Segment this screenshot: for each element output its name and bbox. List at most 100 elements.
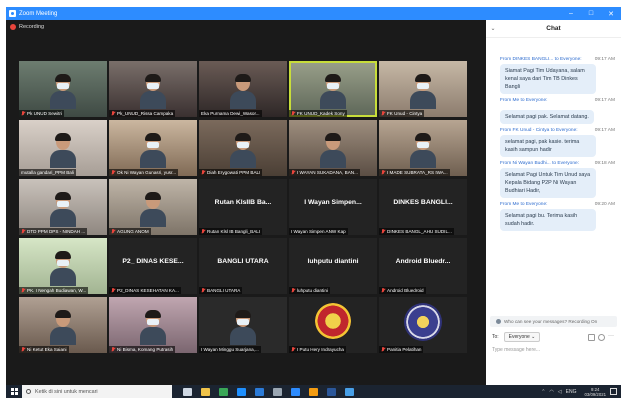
store-icon[interactable] [344, 387, 354, 396]
windows-icon [10, 388, 18, 395]
task-view-icon[interactable] [182, 387, 192, 396]
zoom-app-icon [9, 10, 16, 17]
participant-tile[interactable]: Rutan KlsIIB Ba... Rutan Klsl IB Bangli_B… [199, 179, 287, 235]
participant-tile[interactable]: FK Unud - Cintya [379, 61, 467, 117]
participant-name-bar: P2_DINAS KESEHATAN KA... [109, 287, 181, 294]
mic-muted-icon [111, 288, 115, 293]
participant-name: FK Unud - Cintya [387, 111, 423, 116]
who-can-see-notice[interactable]: Who can see your messages? Recording On [490, 316, 617, 327]
file-explorer-icon[interactable] [200, 387, 210, 396]
mail-icon[interactable] [236, 387, 246, 396]
participant-tile[interactable]: PK. I Nengah Budiawan, W... [19, 238, 107, 294]
organization-logo [404, 303, 442, 341]
start-button[interactable] [6, 388, 22, 395]
message-sender: From Me to Everyone: [500, 98, 548, 103]
mic-muted-icon [111, 347, 115, 352]
mic-muted-icon [21, 229, 25, 234]
mic-muted-icon [381, 170, 385, 175]
maximize-button[interactable]: □ [581, 10, 601, 17]
recipient-dropdown[interactable]: Everyone ⌄ [503, 332, 541, 342]
participant-tile[interactable]: I WAYAN SUKADANA, BAN... [289, 120, 377, 176]
chat-message: From Me to Everyone: 09:17 AM Selamat pagi… [486, 98, 621, 124]
message-bubble: Siamat Pagi Tim Udayana, salam kenal say… [500, 64, 596, 94]
participant-tile[interactable]: Diah Erygowati PPM BALI [199, 120, 287, 176]
word-icon[interactable] [326, 387, 336, 396]
mic-muted-icon [201, 229, 205, 234]
participant-tile[interactable]: Android Bluedr... Android Bluedroid [379, 238, 467, 294]
participant-display-name: I Wayan Simpen... [304, 199, 362, 206]
participant-name-bar: DTD PPM DPS - NINDAH ... [19, 228, 88, 235]
zoom-icon[interactable] [290, 387, 300, 396]
language-indicator[interactable]: ENG [566, 389, 577, 395]
message-time: 09:17 AM [594, 57, 615, 62]
emoji-icon[interactable] [598, 333, 605, 341]
info-icon [496, 319, 501, 324]
message-time: 09:18 AM [594, 161, 615, 166]
chevron-down-icon[interactable]: ⌄ [486, 25, 500, 32]
recipient-value: Everyone [508, 334, 530, 340]
to-label: To: [492, 334, 499, 340]
participant-name: FK UNUD_Kadek Sony [297, 111, 345, 116]
title-bar: Zoom Meeting – □ ✕ [6, 7, 621, 20]
taskbar-clock[interactable]: 9:24 03/09/2021 [580, 387, 606, 397]
message-sender: From FK Unud - Cintya to Everyone: [500, 128, 578, 133]
settings-icon[interactable] [272, 387, 282, 396]
participant-name: Ok Ni Wayan Gunasri, yusr... [117, 170, 177, 175]
chat-header: ⌄ Chat [486, 20, 621, 38]
participant-video [50, 133, 76, 168]
file-icon[interactable] [588, 333, 595, 341]
message-input[interactable]: Type message here... [486, 342, 621, 358]
close-button[interactable]: ✕ [601, 10, 621, 18]
participant-name-bar: Ni Ketut Eka Saiani [19, 346, 69, 353]
recording-label: Recording [19, 24, 45, 30]
minimize-button[interactable]: – [561, 10, 581, 17]
chrome-icon[interactable] [218, 387, 228, 396]
message-time: 09:17 AM [594, 98, 615, 103]
volume-icon[interactable]: ◁ [558, 389, 562, 395]
message-sender: From Me to Everyone: [500, 202, 548, 207]
vlc-icon[interactable] [308, 387, 318, 396]
participant-tile[interactable]: Ni Bisma, Komang Putrasih [109, 297, 197, 353]
participant-video [230, 133, 256, 168]
participant-tile[interactable]: Eka Purnama Dewi_Wasor... [199, 61, 287, 117]
participant-tile[interactable]: Pk_UNUD_Rissa Campaka [109, 61, 197, 117]
participant-tile[interactable]: P2_ DINAS KESE... P2_DINAS KESEHATAN KA..… [109, 238, 197, 294]
participant-display-name: BANGLI UTARA [217, 258, 269, 265]
message-bubble: Selamat pagi pak. Selamat datang. [500, 110, 594, 124]
recording-indicator[interactable]: Recording [10, 24, 44, 30]
participant-name: Panitia Pelatihan [387, 347, 422, 352]
participant-tile[interactable]: luhputu diantini luhputu diantini [289, 238, 377, 294]
participant-tile[interactable]: Panitia Pelatihan [379, 297, 467, 353]
participant-video [410, 74, 436, 109]
participant-name-bar: FK Unud - Cintya [379, 110, 425, 117]
participant-tile[interactable]: I Wayan Minggu Suarjana,... [199, 297, 287, 353]
edge-icon[interactable] [254, 387, 264, 396]
participant-tile[interactable]: BANGLI UTARA BANGLI UTARA [199, 238, 287, 294]
who-can-see-text: Who can see your messages? Recording On [504, 319, 598, 324]
participant-name-bar: BANGLI UTARA [199, 287, 243, 294]
participant-tile[interactable]: FK UNUD_Kadek Sony [289, 61, 377, 117]
chat-messages[interactable]: From DINKES BANGLI... to Everyone: 09:17 … [486, 57, 621, 317]
tray-up-arrow-icon[interactable]: ⌃ [541, 389, 545, 395]
participant-tile[interactable]: I Wayan Simpen... I Wayan Simpen ANW Kap [289, 179, 377, 235]
participant-name: Ni Ketut Eka Saiani [27, 347, 67, 352]
participant-tile[interactable]: I MADE SUBRATA_RS IWA... [379, 120, 467, 176]
participant-tile[interactable]: DINKES BANGLI... DINKES BANGL_AHU SUDIL..… [379, 179, 467, 235]
mic-muted-icon [201, 170, 205, 175]
participant-tile[interactable]: DTD PPM DPS - NINDAH ... [19, 179, 107, 235]
participant-tile[interactable]: AGUNG ANOM [109, 179, 197, 235]
participant-name: Rutan Klsl IB Bangli_BALI [207, 229, 261, 234]
participant-name: mutalla gandari_PPM Bali [21, 170, 74, 175]
participant-tile[interactable]: mutalla gandari_PPM Bali [19, 120, 107, 176]
taskbar-search[interactable]: Ketik di sini untuk mencari [22, 385, 172, 398]
participant-tile[interactable]: I Putu Hery Indrayucha [289, 297, 377, 353]
participant-tile[interactable]: Ni Ketut Eka Saiani [19, 297, 107, 353]
notification-icon[interactable] [610, 388, 617, 395]
participant-tile[interactable]: Ok Ni Wayan Gunasri, yusr... [109, 120, 197, 176]
network-icon[interactable]: ◠ [549, 389, 553, 395]
more-options-icon[interactable]: ··· [608, 333, 615, 341]
participant-name-bar: Android Bluedroid [379, 287, 426, 294]
participant-name-bar: DINKES BANGL_AHU SUDIL... [379, 228, 454, 235]
participant-tile[interactable]: Pk UNUD Sewitri [19, 61, 107, 117]
participant-display-name: DINKES BANGLI... [393, 199, 453, 206]
